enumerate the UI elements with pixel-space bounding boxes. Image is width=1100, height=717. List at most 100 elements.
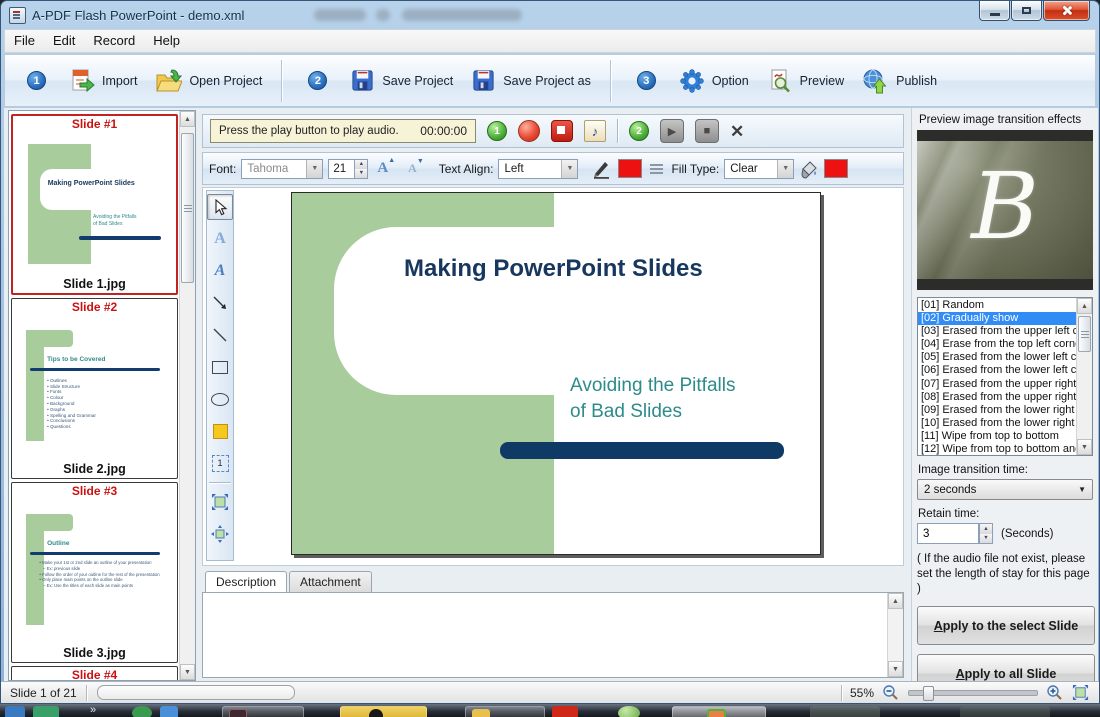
font-size-stepper[interactable]: ▲▼ bbox=[354, 159, 368, 179]
scroll-up-icon[interactable]: ▲ bbox=[180, 111, 195, 127]
rectangle-tool[interactable] bbox=[207, 354, 233, 380]
zoom-in-icon[interactable] bbox=[1046, 684, 1064, 702]
slide-thumb-2[interactable]: Slide #2 Tips to be Covered • Outlines •… bbox=[11, 298, 178, 479]
taskbar-button[interactable] bbox=[465, 706, 545, 717]
scroll-down-icon[interactable]: ▼ bbox=[180, 664, 195, 680]
transition-option[interactable]: [07] Erased from the upper right corner bbox=[918, 378, 1076, 391]
taskbar-icon[interactable] bbox=[960, 706, 1050, 717]
move-image-tool[interactable] bbox=[207, 521, 233, 547]
taskbar-chevron[interactable]: » bbox=[90, 704, 96, 717]
font-size-input[interactable]: 21 bbox=[328, 159, 354, 179]
preview-button[interactable]: Preview bbox=[758, 63, 853, 99]
open-project-button[interactable]: Open Project bbox=[146, 63, 271, 99]
transition-option[interactable]: [11] Wipe from top to bottom bbox=[918, 430, 1076, 443]
transition-option[interactable]: [12] Wipe from top to bottom and... bbox=[918, 443, 1076, 455]
transition-option[interactable]: [05] Erased from the lower left corner bbox=[918, 351, 1076, 364]
record-button[interactable] bbox=[518, 120, 540, 142]
scroll-down-icon[interactable]: ▼ bbox=[1077, 439, 1092, 455]
select-tool[interactable] bbox=[207, 194, 233, 220]
slide-thumb-1[interactable]: Slide #1 Making PowerPoint Slides Avoidi… bbox=[11, 114, 178, 295]
fill-bucket-icon[interactable] bbox=[799, 159, 819, 179]
spin-down-icon[interactable]: ▼ bbox=[980, 534, 992, 544]
spin-up-icon[interactable]: ▲ bbox=[355, 160, 367, 169]
title-bar[interactable]: A-PDF Flash PowerPoint - demo.xml bbox=[1, 1, 1099, 29]
line-style-icon[interactable] bbox=[647, 164, 666, 174]
taskbar-button[interactable] bbox=[340, 706, 427, 717]
highlight-tool[interactable] bbox=[207, 418, 233, 444]
menu-help[interactable]: Help bbox=[144, 30, 189, 52]
minimize-button[interactable] bbox=[979, 1, 1010, 21]
scrollbar-thumb[interactable] bbox=[181, 133, 194, 283]
taskbar-icon[interactable] bbox=[33, 706, 59, 717]
spin-up-icon[interactable]: ▲ bbox=[980, 524, 992, 534]
delete-audio-button[interactable]: ✕ bbox=[730, 123, 744, 140]
scroll-up-icon[interactable]: ▲ bbox=[888, 593, 903, 609]
transition-scrollbar[interactable]: ▲ ▼ bbox=[1076, 298, 1092, 455]
taskbar-globe-icon[interactable] bbox=[132, 706, 152, 717]
retain-time-stepper[interactable]: ▲▼ bbox=[979, 523, 993, 544]
zoom-slider-thumb[interactable] bbox=[923, 686, 934, 701]
sidebar-scrollbar[interactable]: ▲ ▼ bbox=[179, 111, 195, 680]
taskbar-icon[interactable] bbox=[810, 706, 880, 717]
import-button[interactable]: Import bbox=[60, 63, 146, 99]
stop-audio-button[interactable]: ■ bbox=[695, 119, 719, 143]
tab-description[interactable]: Description bbox=[205, 571, 287, 593]
spin-down-icon[interactable]: ▼ bbox=[355, 169, 367, 178]
menu-edit[interactable]: Edit bbox=[44, 30, 84, 52]
pen-color-icon[interactable] bbox=[591, 159, 613, 179]
description-scrollbar[interactable]: ▲ ▼ bbox=[887, 593, 903, 677]
load-audio-button[interactable]: ♪ bbox=[584, 120, 606, 142]
transition-option[interactable]: [09] Erased from the lower right corner bbox=[918, 404, 1076, 417]
text-color-swatch[interactable] bbox=[618, 159, 642, 178]
scrollbar-thumb[interactable] bbox=[1078, 316, 1091, 352]
menu-record[interactable]: Record bbox=[84, 30, 144, 52]
taskbar-button[interactable] bbox=[222, 706, 304, 717]
transition-time-select[interactable]: 2 seconds ▼ bbox=[917, 479, 1093, 500]
zoom-out-icon[interactable] bbox=[882, 684, 900, 702]
description-textarea[interactable]: ▲ ▼ bbox=[202, 592, 904, 678]
fit-page-icon[interactable] bbox=[1072, 684, 1089, 701]
publish-button[interactable]: Publish bbox=[853, 63, 946, 99]
stop-record-button[interactable] bbox=[551, 120, 573, 142]
font-increase-button[interactable]: A▲ bbox=[373, 160, 399, 177]
save-project-button[interactable]: Save Project bbox=[341, 63, 462, 98]
fill-color-swatch[interactable] bbox=[824, 159, 848, 178]
slide-thumb-4[interactable]: Slide #4 bbox=[11, 666, 178, 680]
transition-option[interactable]: [06] Erased from the lower left corner bbox=[918, 364, 1076, 377]
scroll-up-icon[interactable]: ▲ bbox=[1077, 298, 1092, 314]
scroll-down-icon[interactable]: ▼ bbox=[888, 661, 903, 677]
text-align-select[interactable]: Left ▼ bbox=[498, 159, 578, 179]
apply-to-selected-button[interactable]: Apply to the select Slide bbox=[917, 606, 1095, 645]
retain-time-input[interactable] bbox=[917, 523, 979, 544]
font-decrease-button[interactable]: A▼ bbox=[404, 161, 428, 176]
maximize-button[interactable] bbox=[1011, 1, 1042, 21]
transition-option[interactable]: [02] Gradually show bbox=[918, 312, 1076, 325]
number-box-tool[interactable]: 1 bbox=[207, 450, 233, 476]
taskbar-icon[interactable] bbox=[5, 706, 25, 717]
text-tool[interactable]: A bbox=[207, 226, 233, 252]
transition-option[interactable]: [01] Random bbox=[918, 299, 1076, 312]
fill-type-select[interactable]: Clear ▼ bbox=[724, 159, 794, 179]
slide-page[interactable]: Making PowerPoint Slides Avoiding the Pi… bbox=[291, 192, 821, 555]
slide-thumb-3[interactable]: Slide #3 Outline • Make your 1st or 2nd … bbox=[11, 482, 178, 663]
font-family-select[interactable]: Tahoma ▼ bbox=[241, 159, 323, 179]
transition-option[interactable]: [10] Erased from the lower right corner bbox=[918, 417, 1076, 430]
menu-file[interactable]: File bbox=[5, 30, 44, 52]
taskbar-pencil-icon[interactable] bbox=[160, 706, 178, 717]
save-project-as-button[interactable]: Save Project as bbox=[462, 63, 600, 98]
fit-image-tool[interactable] bbox=[207, 489, 233, 515]
taskbar-icon[interactable] bbox=[618, 706, 640, 717]
taskbar-icon[interactable] bbox=[552, 706, 578, 717]
transition-option[interactable]: [04] Erase from the top left corner bbox=[918, 338, 1076, 351]
line-tool[interactable] bbox=[207, 322, 233, 348]
ellipse-tool[interactable] bbox=[207, 386, 233, 412]
play-audio-button[interactable]: ▶ bbox=[660, 119, 684, 143]
zoom-slider[interactable] bbox=[908, 690, 1038, 696]
close-button[interactable] bbox=[1043, 1, 1090, 21]
text-italic-tool[interactable]: A bbox=[207, 258, 233, 284]
transition-option[interactable]: [08] Erased from the upper right corner bbox=[918, 391, 1076, 404]
arrow-tool[interactable] bbox=[207, 290, 233, 316]
option-button[interactable]: Option bbox=[670, 63, 758, 99]
taskbar-active-button[interactable] bbox=[672, 706, 766, 717]
transition-option[interactable]: [03] Erased from the upper left corner bbox=[918, 325, 1076, 338]
